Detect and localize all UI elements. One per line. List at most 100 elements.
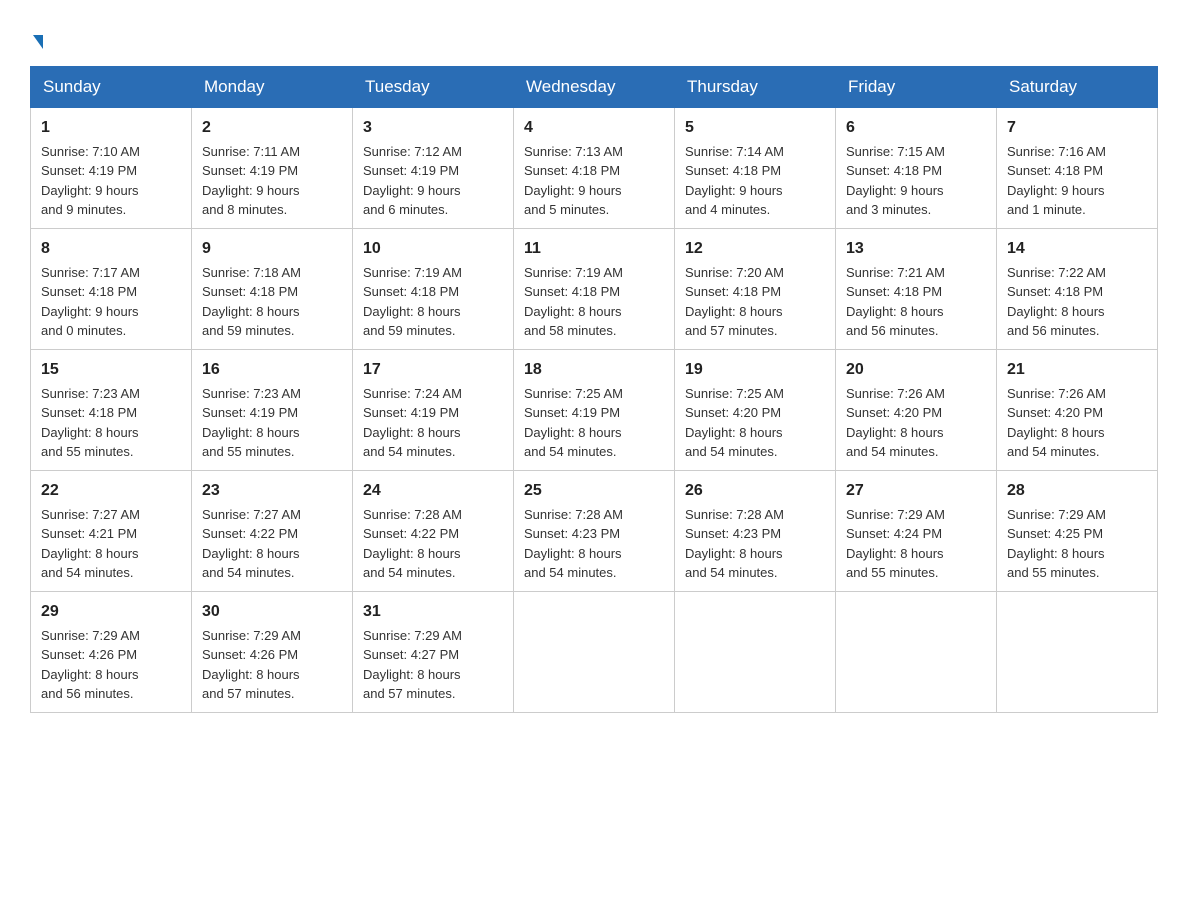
day-number: 2 [202,116,342,140]
page-header [30,20,1158,56]
day-number: 3 [363,116,503,140]
calendar-cell [675,591,836,712]
day-of-week-sunday: Sunday [31,66,192,107]
day-number: 1 [41,116,181,140]
week-row-1: 1 Sunrise: 7:10 AMSunset: 4:19 PMDaylight… [31,107,1158,228]
calendar-cell: 15 Sunrise: 7:23 AMSunset: 4:18 PMDayligh… [31,349,192,470]
day-info: Sunrise: 7:29 AMSunset: 4:26 PMDaylight:… [202,628,301,702]
week-row-2: 8 Sunrise: 7:17 AMSunset: 4:18 PMDaylight… [31,228,1158,349]
day-info: Sunrise: 7:17 AMSunset: 4:18 PMDaylight:… [41,265,140,339]
day-info: Sunrise: 7:29 AMSunset: 4:26 PMDaylight:… [41,628,140,702]
calendar-cell: 5 Sunrise: 7:14 AMSunset: 4:18 PMDaylight… [675,107,836,228]
calendar-cell: 24Sunrise: 7:28 AMSunset: 4:22 PMDayligh… [353,470,514,591]
day-number: 4 [524,116,664,140]
calendar-cell: 30Sunrise: 7:29 AMSunset: 4:26 PMDayligh… [192,591,353,712]
day-info: Sunrise: 7:28 AMSunset: 4:23 PMDaylight:… [524,507,623,581]
day-info: Sunrise: 7:23 AMSunset: 4:19 PMDaylight:… [202,386,301,460]
calendar-table: SundayMondayTuesdayWednesdayThursdayFrid… [30,66,1158,713]
logo-triangle-icon [33,35,43,49]
calendar-cell: 26Sunrise: 7:28 AMSunset: 4:23 PMDayligh… [675,470,836,591]
calendar-cell [836,591,997,712]
day-info: Sunrise: 7:28 AMSunset: 4:22 PMDaylight:… [363,507,462,581]
day-number: 14 [1007,237,1147,261]
day-of-week-thursday: Thursday [675,66,836,107]
calendar-cell: 6 Sunrise: 7:15 AMSunset: 4:18 PMDaylight… [836,107,997,228]
day-number: 22 [41,479,181,503]
day-info: Sunrise: 7:24 AMSunset: 4:19 PMDaylight:… [363,386,462,460]
calendar-cell: 20 Sunrise: 7:26 AMSunset: 4:20 PMDayligh… [836,349,997,470]
day-info: Sunrise: 7:25 AMSunset: 4:20 PMDaylight:… [685,386,784,460]
day-info: Sunrise: 7:26 AMSunset: 4:20 PMDaylight:… [846,386,945,460]
calendar-cell: 7Sunrise: 7:16 AMSunset: 4:18 PMDaylight… [997,107,1158,228]
day-number: 25 [524,479,664,503]
calendar-cell: 3Sunrise: 7:12 AMSunset: 4:19 PMDaylight… [353,107,514,228]
day-number: 18 [524,358,664,382]
calendar-cell: 10 Sunrise: 7:19 AMSunset: 4:18 PMDayligh… [353,228,514,349]
day-info: Sunrise: 7:11 AMSunset: 4:19 PMDaylight:… [202,144,300,218]
calendar-cell: 31 Sunrise: 7:29 AMSunset: 4:27 PMDayligh… [353,591,514,712]
day-number: 11 [524,237,664,261]
week-row-3: 15 Sunrise: 7:23 AMSunset: 4:18 PMDayligh… [31,349,1158,470]
day-info: Sunrise: 7:22 AMSunset: 4:18 PMDaylight:… [1007,265,1106,339]
day-number: 20 [846,358,986,382]
calendar-cell: 27 Sunrise: 7:29 AMSunset: 4:24 PMDayligh… [836,470,997,591]
calendar-cell: 12 Sunrise: 7:20 AMSunset: 4:18 PMDayligh… [675,228,836,349]
day-number: 27 [846,479,986,503]
calendar-cell: 14 Sunrise: 7:22 AMSunset: 4:18 PMDayligh… [997,228,1158,349]
day-number: 21 [1007,358,1147,382]
day-info: Sunrise: 7:19 AMSunset: 4:18 PMDaylight:… [363,265,462,339]
calendar-cell: 1 Sunrise: 7:10 AMSunset: 4:19 PMDaylight… [31,107,192,228]
days-of-week-row: SundayMondayTuesdayWednesdayThursdayFrid… [31,66,1158,107]
calendar-cell: 2 Sunrise: 7:11 AMSunset: 4:19 PMDaylight… [192,107,353,228]
day-info: Sunrise: 7:15 AMSunset: 4:18 PMDaylight:… [846,144,945,218]
day-number: 16 [202,358,342,382]
day-info: Sunrise: 7:29 AMSunset: 4:24 PMDaylight:… [846,507,945,581]
calendar-header: SundayMondayTuesdayWednesdayThursdayFrid… [31,66,1158,107]
day-info: Sunrise: 7:21 AMSunset: 4:18 PMDaylight:… [846,265,945,339]
day-number: 5 [685,116,825,140]
calendar-cell: 23Sunrise: 7:27 AMSunset: 4:22 PMDayligh… [192,470,353,591]
day-info: Sunrise: 7:13 AMSunset: 4:18 PMDaylight:… [524,144,623,218]
day-number: 9 [202,237,342,261]
day-info: Sunrise: 7:10 AMSunset: 4:19 PMDaylight:… [41,144,140,218]
calendar-cell: 9 Sunrise: 7:18 AMSunset: 4:18 PMDaylight… [192,228,353,349]
day-info: Sunrise: 7:28 AMSunset: 4:23 PMDaylight:… [685,507,784,581]
calendar-cell [997,591,1158,712]
day-of-week-saturday: Saturday [997,66,1158,107]
day-number: 10 [363,237,503,261]
calendar-cell: 4 Sunrise: 7:13 AMSunset: 4:18 PMDaylight… [514,107,675,228]
day-info: Sunrise: 7:27 AMSunset: 4:21 PMDaylight:… [41,507,140,581]
calendar-cell: 8 Sunrise: 7:17 AMSunset: 4:18 PMDaylight… [31,228,192,349]
day-info: Sunrise: 7:18 AMSunset: 4:18 PMDaylight:… [202,265,301,339]
day-info: Sunrise: 7:25 AMSunset: 4:19 PMDaylight:… [524,386,623,460]
day-info: Sunrise: 7:29 AMSunset: 4:27 PMDaylight:… [363,628,462,702]
day-of-week-wednesday: Wednesday [514,66,675,107]
day-number: 12 [685,237,825,261]
logo [30,20,43,56]
day-number: 31 [363,600,503,624]
day-number: 15 [41,358,181,382]
calendar-cell: 11Sunrise: 7:19 AMSunset: 4:18 PMDayligh… [514,228,675,349]
week-row-5: 29Sunrise: 7:29 AMSunset: 4:26 PMDayligh… [31,591,1158,712]
day-number: 7 [1007,116,1147,140]
calendar-cell: 19 Sunrise: 7:25 AMSunset: 4:20 PMDayligh… [675,349,836,470]
week-row-4: 22 Sunrise: 7:27 AMSunset: 4:21 PMDayligh… [31,470,1158,591]
day-of-week-tuesday: Tuesday [353,66,514,107]
day-number: 28 [1007,479,1147,503]
calendar-cell: 17 Sunrise: 7:24 AMSunset: 4:19 PMDayligh… [353,349,514,470]
day-number: 17 [363,358,503,382]
day-number: 13 [846,237,986,261]
day-number: 19 [685,358,825,382]
calendar-cell [514,591,675,712]
day-info: Sunrise: 7:26 AMSunset: 4:20 PMDaylight:… [1007,386,1106,460]
calendar-cell: 21 Sunrise: 7:26 AMSunset: 4:20 PMDayligh… [997,349,1158,470]
day-info: Sunrise: 7:14 AMSunset: 4:18 PMDaylight:… [685,144,784,218]
day-number: 6 [846,116,986,140]
day-info: Sunrise: 7:20 AMSunset: 4:18 PMDaylight:… [685,265,784,339]
calendar-cell: 29Sunrise: 7:29 AMSunset: 4:26 PMDayligh… [31,591,192,712]
day-number: 8 [41,237,181,261]
calendar-cell: 13 Sunrise: 7:21 AMSunset: 4:18 PMDayligh… [836,228,997,349]
day-number: 23 [202,479,342,503]
day-info: Sunrise: 7:29 AMSunset: 4:25 PMDaylight:… [1007,507,1106,581]
day-info: Sunrise: 7:23 AMSunset: 4:18 PMDaylight:… [41,386,140,460]
